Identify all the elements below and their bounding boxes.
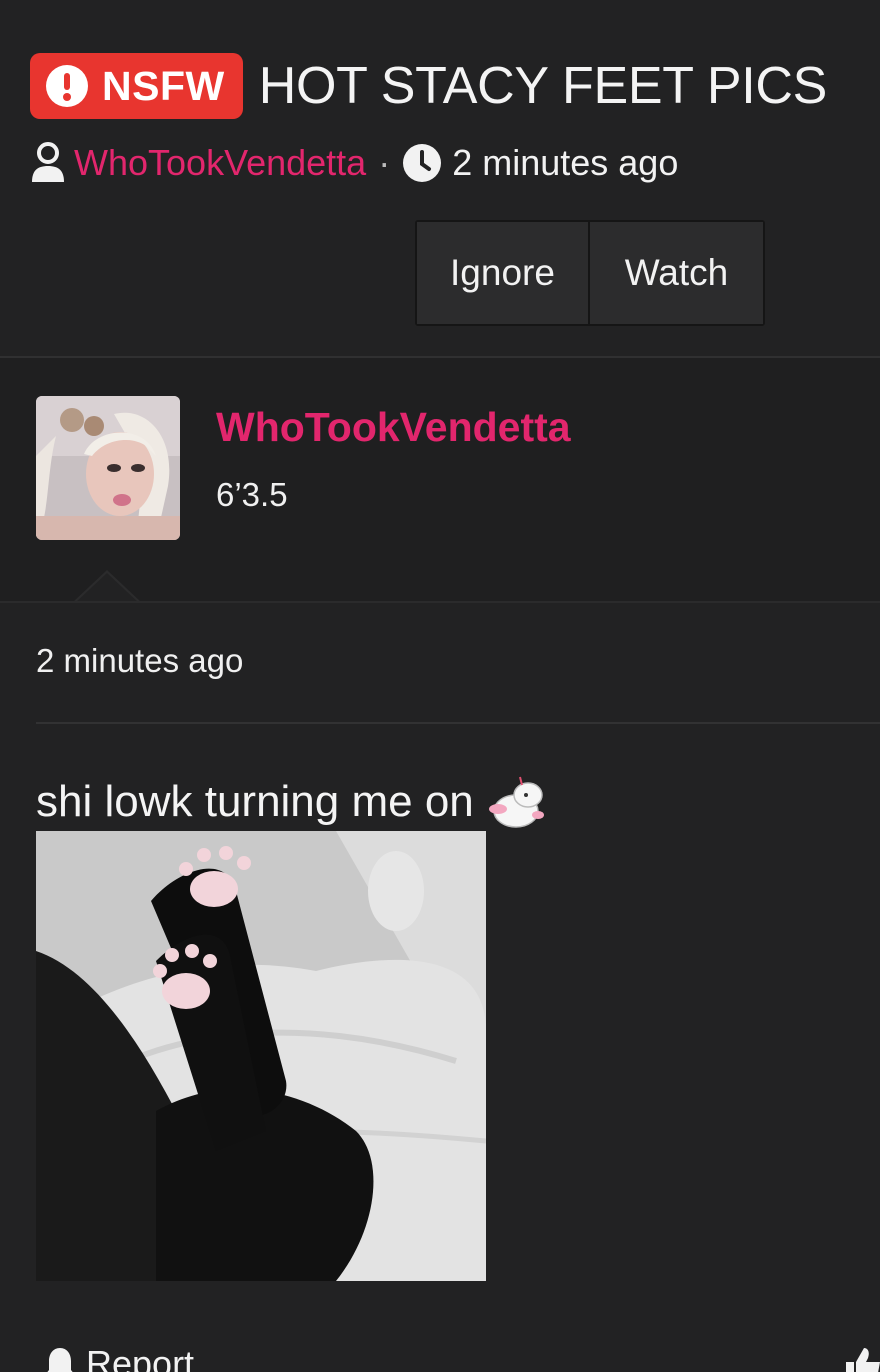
title-row: NSFW HOT STACY FEET PICS	[30, 48, 827, 124]
post-content: shi lowk turning me on	[36, 772, 548, 832]
thread-author-link[interactable]: WhoTookVendetta	[74, 142, 366, 184]
post-user-panel: WhoTookVendetta 6’3.5	[0, 358, 880, 602]
thread-title: HOT STACY FEET PICS	[258, 57, 828, 115]
thread-page: NSFW HOT STACY FEET PICS WhoTookVendetta…	[0, 0, 880, 1372]
nsfw-badge-label: NSFW	[102, 62, 225, 109]
report-link[interactable]: Report	[44, 1343, 195, 1372]
divider	[0, 601, 880, 603]
thumbs-up-icon[interactable]	[842, 1344, 880, 1372]
nsfw-badge: NSFW	[30, 53, 243, 119]
post-user-title: 6’3.5	[216, 476, 288, 513]
avatar-image	[36, 396, 180, 540]
report-label: Report	[86, 1343, 195, 1372]
bunny-sticker-icon	[488, 776, 544, 828]
post-text: shi lowk turning me on	[36, 777, 474, 826]
panel-pointer-fill	[75, 573, 139, 603]
thread-actions: Ignore Watch	[415, 220, 765, 326]
meta-separator: ·	[378, 142, 391, 183]
post-time[interactable]: 2 minutes ago	[36, 642, 243, 680]
watch-button[interactable]: Watch	[590, 222, 763, 324]
post-username[interactable]: WhoTookVendetta	[216, 404, 571, 451]
thread-meta: WhoTookVendetta · 2 minutes ago	[30, 140, 678, 186]
thread-header: NSFW HOT STACY FEET PICS WhoTookVendetta…	[0, 0, 880, 356]
clock-icon	[403, 144, 442, 182]
ignore-button[interactable]: Ignore	[417, 222, 590, 324]
user-icon	[32, 142, 64, 182]
avatar[interactable]	[36, 396, 180, 540]
divider	[36, 722, 880, 724]
alert-icon	[46, 65, 88, 107]
thread-time[interactable]: 2 minutes ago	[452, 142, 678, 184]
bell-icon	[47, 1348, 73, 1372]
attachment-picture	[36, 831, 486, 1281]
post-attachment-image[interactable]	[36, 831, 486, 1281]
